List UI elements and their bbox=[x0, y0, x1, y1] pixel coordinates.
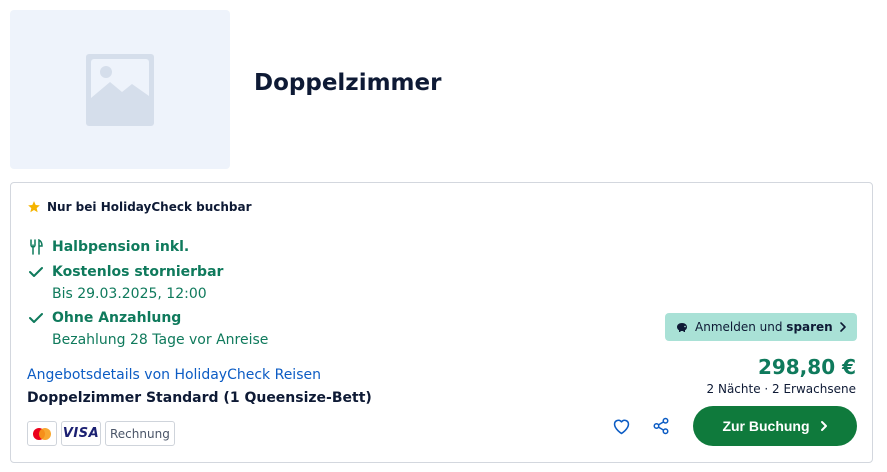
share-button[interactable] bbox=[650, 415, 672, 437]
offer-details-link[interactable]: Angebotsdetails von HolidayCheck Reisen bbox=[27, 367, 321, 383]
feature-main: Ohne Anzahlung bbox=[52, 310, 182, 326]
visa-icon: VISA bbox=[61, 421, 101, 446]
feature-deposit: Ohne Anzahlung Bezahlung 28 Tage vor Anr… bbox=[27, 309, 268, 349]
exclusive-text: Nur bei HolidayCheck buchbar bbox=[47, 200, 252, 214]
piggy-bank-icon bbox=[677, 323, 687, 332]
book-button[interactable]: Zur Buchung bbox=[693, 406, 857, 446]
price: 298,80 € bbox=[757, 355, 856, 379]
feature-sub: Bezahlung 28 Tage vor Anreise bbox=[52, 332, 269, 348]
feature-main: Halbpension inkl. bbox=[52, 239, 190, 255]
offer-card: Nur bei HolidayCheck buchbar Halbpension… bbox=[10, 182, 873, 463]
chevron-right-icon bbox=[840, 322, 846, 332]
mastercard-icon bbox=[27, 421, 57, 446]
login-prefix: Anmelden und bbox=[695, 320, 783, 334]
exclusive-label: Nur bei HolidayCheck buchbar bbox=[27, 200, 252, 214]
feature-board: Halbpension inkl. bbox=[27, 238, 189, 256]
login-save-badge[interactable]: Anmelden und sparen bbox=[665, 313, 857, 341]
payment-methods: VISA Rechnung bbox=[27, 421, 175, 446]
heart-icon bbox=[613, 419, 629, 434]
feature-main: Kostenlos stornierbar bbox=[52, 264, 224, 280]
room-title: Doppelzimmer bbox=[254, 70, 442, 96]
chevron-right-icon bbox=[820, 421, 827, 431]
feature-cancellation: Kostenlos stornierbar Bis 29.03.2025, 12… bbox=[27, 263, 223, 303]
check-icon bbox=[27, 263, 45, 281]
cutlery-icon bbox=[27, 238, 45, 256]
room-name: Doppelzimmer Standard (1 Queensize-Bett) bbox=[27, 390, 372, 406]
invoice-badge: Rechnung bbox=[105, 421, 175, 446]
share-icon bbox=[653, 417, 669, 435]
favorite-button[interactable] bbox=[610, 415, 632, 437]
star-icon bbox=[28, 201, 40, 213]
check-icon bbox=[27, 309, 45, 327]
login-bold: sparen bbox=[786, 320, 833, 334]
price-details: 2 Nächte · 2 Erwachsene bbox=[706, 382, 856, 396]
room-image bbox=[10, 10, 230, 169]
book-label: Zur Buchung bbox=[722, 418, 810, 434]
image-placeholder-icon bbox=[86, 53, 154, 126]
feature-sub: Bis 29.03.2025, 12:00 bbox=[52, 286, 207, 302]
